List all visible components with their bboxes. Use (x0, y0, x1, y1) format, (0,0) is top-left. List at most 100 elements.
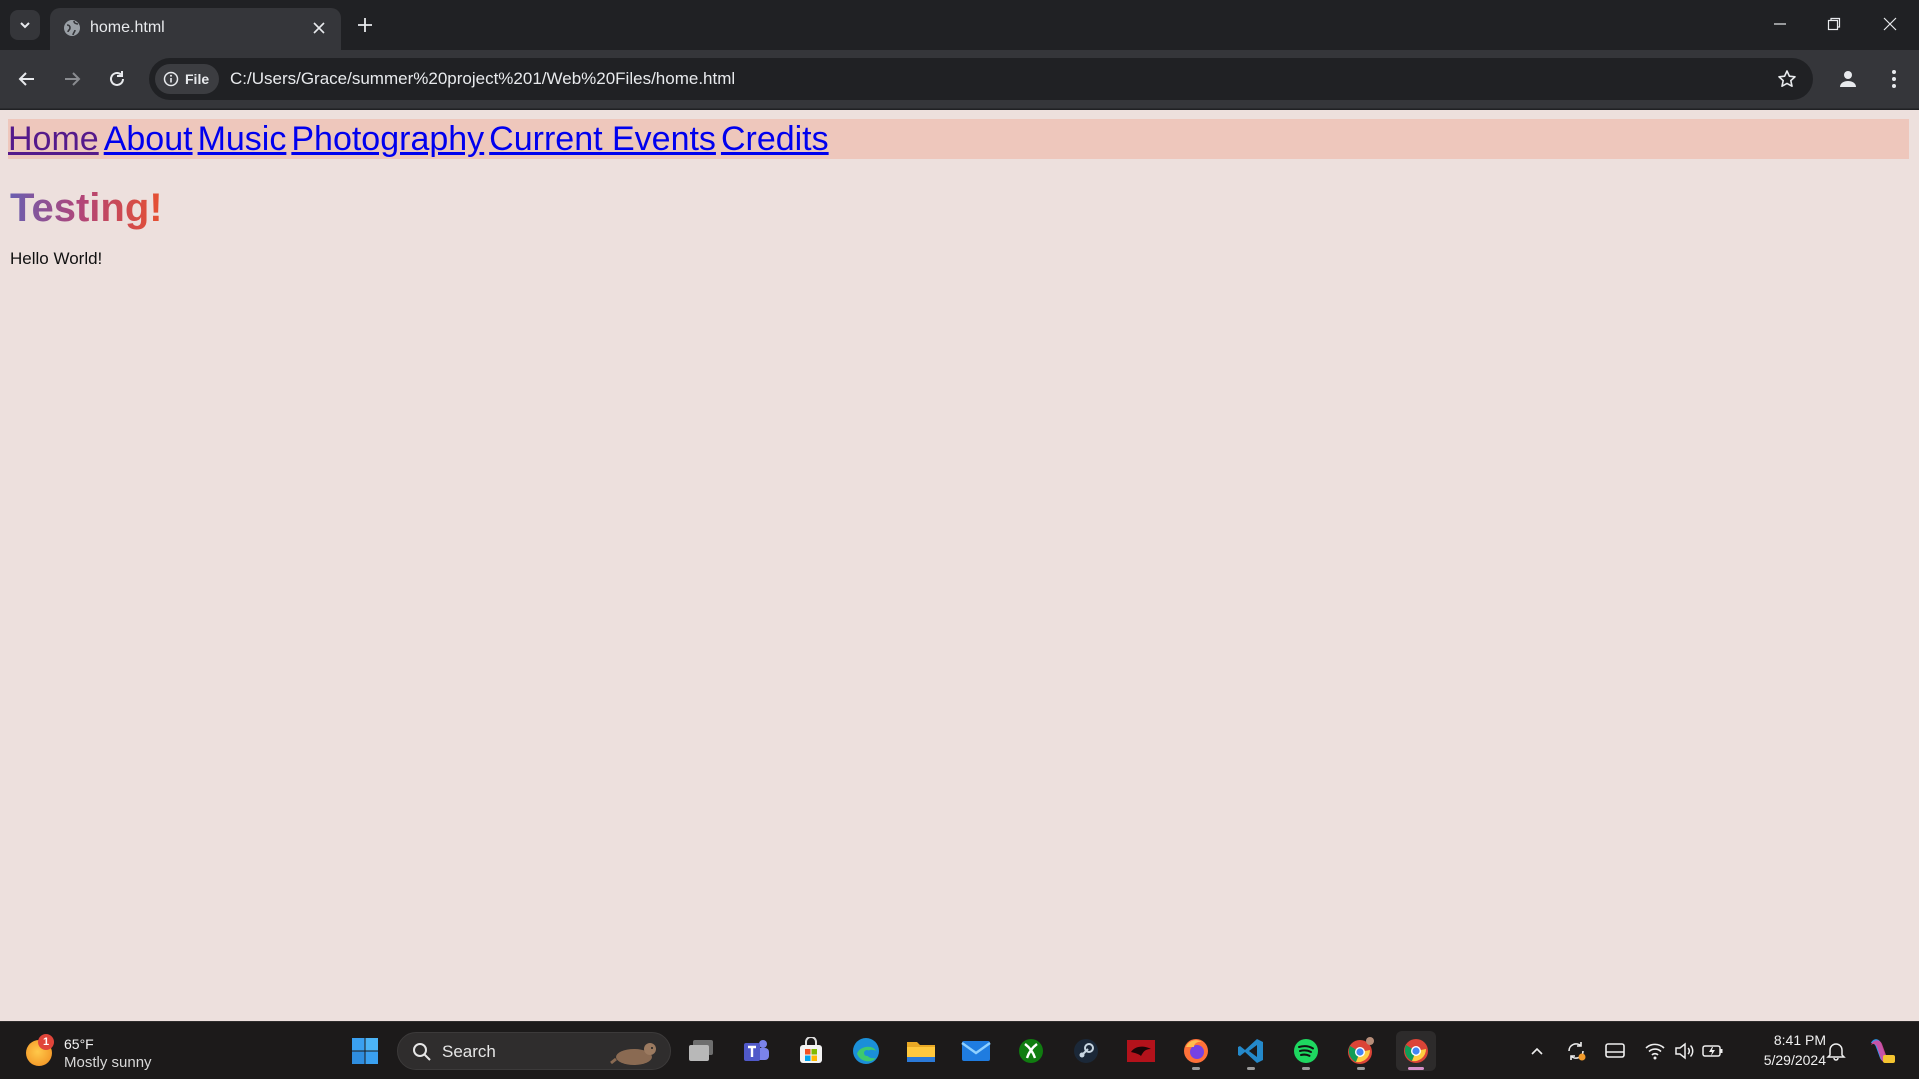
taskbar-app-firefox[interactable] (1176, 1031, 1216, 1071)
nav-link-credits[interactable]: Credits (721, 119, 829, 159)
edge-icon (853, 1038, 879, 1064)
taskbar-app-xbox[interactable] (1011, 1031, 1051, 1071)
copilot-icon (1871, 1039, 1895, 1063)
address-bar[interactable]: File C:/Users/Grace/summer%20project%201… (149, 58, 1813, 100)
chevron-down-icon (20, 22, 30, 29)
spotify-icon (1294, 1039, 1318, 1063)
forward-button[interactable] (55, 62, 89, 96)
weather-temperature: 65°F (64, 1036, 94, 1052)
site-chip-label: File (185, 71, 210, 87)
taskbar-app-spotify[interactable] (1286, 1031, 1326, 1071)
teams-icon (744, 1040, 769, 1061)
taskbar-app-red[interactable] (1121, 1031, 1161, 1071)
copilot-button[interactable] (1864, 1034, 1898, 1068)
arrow-right-icon (65, 72, 81, 86)
show-hidden-icons-button[interactable] (1524, 1038, 1550, 1064)
bookmark-button[interactable] (1775, 67, 1799, 91)
search-icon (413, 1043, 431, 1061)
taskbar-app-file-explorer[interactable] (901, 1031, 941, 1071)
steam-icon (1074, 1039, 1098, 1063)
tab-close-button[interactable] (307, 16, 331, 40)
start-button[interactable] (345, 1031, 385, 1071)
page-heading: Testing! (10, 186, 163, 230)
firefox-icon (1184, 1039, 1208, 1063)
taskbar-search-box[interactable]: Search (397, 1032, 671, 1070)
reload-icon (110, 71, 124, 86)
chrome-menu-button[interactable] (1878, 63, 1910, 95)
taskbar-app-chrome[interactable] (1396, 1031, 1436, 1071)
nav-link-home[interactable]: Home (8, 119, 99, 159)
taskbar-app-mail[interactable] (956, 1031, 996, 1071)
clock-time: 8:41 PM (1773, 1032, 1826, 1048)
taskbar-app-teams[interactable] (736, 1031, 776, 1071)
mail-icon (961, 1041, 991, 1061)
nav-link-current-events[interactable]: Current Events (489, 119, 716, 159)
weather-widget[interactable]: 1 65°F Mostly sunny (22, 1030, 172, 1072)
running-indicator (1302, 1067, 1310, 1070)
sync-icon (1568, 1042, 1586, 1061)
taskbar-app-microsoft-store[interactable] (791, 1031, 831, 1071)
clock-date: 5/29/2024 (1763, 1052, 1826, 1068)
minimize-button[interactable] (1752, 0, 1808, 48)
taskbar-clock[interactable]: 8:41 PM 5/29/2024 (1740, 1030, 1826, 1070)
back-button[interactable] (10, 62, 44, 96)
search-label: Search (442, 1042, 496, 1061)
running-indicator (1357, 1067, 1365, 1070)
tab-title: home.html (90, 19, 165, 36)
tray-wifi-button[interactable] (1642, 1038, 1668, 1064)
nav-link-about[interactable]: About (104, 119, 193, 159)
tab-search-button[interactable] (10, 10, 40, 40)
speaker-icon (1675, 1042, 1694, 1060)
taskbar-app-vscode[interactable] (1231, 1031, 1271, 1071)
wifi-icon (1645, 1043, 1665, 1060)
folder-icon (907, 1042, 935, 1062)
browser-titlebar: home.html (0, 0, 1919, 50)
reload-button[interactable] (100, 62, 134, 96)
notifications-button[interactable] (1823, 1038, 1849, 1064)
plus-icon (358, 18, 372, 32)
person-icon (1840, 71, 1856, 87)
tray-battery-button[interactable] (1700, 1038, 1726, 1064)
url-text[interactable]: C:/Users/Grace/summer%20project%201/Web%… (230, 68, 735, 90)
vscode-icon (1238, 1039, 1263, 1063)
taskbar-app-edge[interactable] (846, 1031, 886, 1071)
more-vertical-icon (1892, 70, 1896, 88)
profile-button[interactable] (1832, 63, 1864, 95)
active-indicator (1408, 1067, 1424, 1070)
site-info-chip[interactable]: File (155, 64, 220, 94)
nav-link-music[interactable]: Music (198, 119, 287, 159)
red-app-icon (1127, 1040, 1155, 1062)
browser-tab-active[interactable]: home.html (50, 8, 341, 50)
taskbar-app-steam[interactable] (1066, 1031, 1106, 1071)
taskbar-app-task-view[interactable] (681, 1031, 721, 1071)
chrome-icon (1348, 1037, 1374, 1064)
display-icon (1605, 1043, 1625, 1058)
browser-toolbar: File C:/Users/Grace/summer%20project%201… (0, 50, 1919, 109)
notification-badge: 1 (38, 1034, 54, 1050)
battery-charging-icon (1702, 1045, 1723, 1057)
restore-icon (1827, 17, 1841, 31)
weather-condition: Mostly sunny (64, 1054, 152, 1071)
otter-illustration-icon (610, 1043, 656, 1065)
windows-taskbar: 1 65°F Mostly sunny Search 8:41 PM 5/29/… (0, 1021, 1919, 1079)
new-tab-button[interactable] (351, 11, 379, 39)
page-paragraph: Hello World! (10, 249, 103, 268)
restore-button[interactable] (1806, 0, 1862, 48)
tray-volume-button[interactable] (1671, 1038, 1697, 1064)
store-icon (800, 1037, 822, 1063)
tray-display-button[interactable] (1602, 1038, 1628, 1064)
taskbar-app-chrome-profile[interactable] (1341, 1031, 1381, 1071)
page-viewport: Home About Music Photography Current Eve… (0, 110, 1919, 1021)
running-indicator (1192, 1067, 1200, 1070)
bell-icon (1826, 1043, 1846, 1061)
close-icon (1883, 17, 1897, 31)
task-view-icon (689, 1040, 713, 1061)
close-window-button[interactable] (1862, 0, 1918, 48)
minimize-icon (1774, 23, 1786, 25)
tray-sync-button[interactable] (1563, 1038, 1589, 1064)
arrow-left-icon (18, 72, 34, 86)
star-icon (1778, 70, 1796, 87)
xbox-icon (1019, 1039, 1043, 1063)
nav-link-photography[interactable]: Photography (291, 119, 484, 159)
site-navbar: Home About Music Photography Current Eve… (8, 119, 1909, 159)
